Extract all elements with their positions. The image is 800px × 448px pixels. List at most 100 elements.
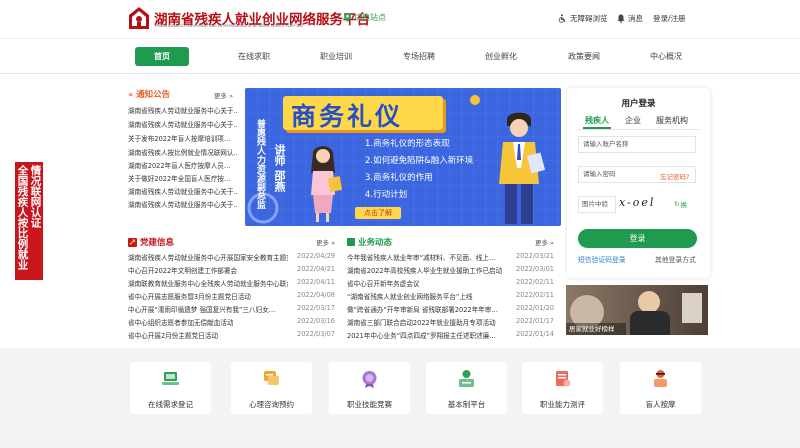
- promo-poster: [682, 293, 702, 323]
- business-heading: 业务动态: [347, 236, 392, 248]
- business-item-date: 2022/03/01: [516, 265, 555, 273]
- location-pin-icon: [344, 13, 351, 22]
- double-chevron-right-icon: »: [229, 92, 234, 100]
- party-item-date: 2022/04/21: [297, 265, 336, 273]
- business-more-label: 更多: [535, 239, 548, 247]
- party-item[interactable]: 省中心组织志愿者参加无偿献血活动: [128, 317, 288, 327]
- login-register-link[interactable]: 登录/注册: [653, 13, 686, 24]
- green-square-icon: [347, 238, 355, 246]
- login-button[interactable]: 登录: [578, 229, 697, 248]
- party-item-date: 2022/04/29: [297, 252, 336, 260]
- party-item[interactable]: 湖南省残疾人劳动就业服务中心开展国家安全教育主题宣…: [128, 252, 288, 262]
- forgot-password-link[interactable]: 忘记密码?: [660, 171, 689, 181]
- refresh-label: 换: [680, 201, 687, 209]
- double-chevron-right-icon: »: [550, 239, 555, 247]
- disabled-employment-banner[interactable]: 情况联网认证 全国残疾人按比例就业: [15, 162, 43, 280]
- switch-site-label: 切换站点: [354, 13, 386, 22]
- nav-incubation[interactable]: 创业孵化: [472, 47, 530, 66]
- business-item[interactable]: 2021年中心业务“四点四成”罗翔报主任述职述廉…: [347, 330, 507, 340]
- login-tab-enterprise[interactable]: 企业: [625, 115, 641, 126]
- service-label: 心理咨询预约: [249, 400, 294, 409]
- banner-cta-button[interactable]: 点击了解: [355, 207, 401, 219]
- notice-title: 通知公告: [136, 90, 171, 100]
- service-label: 基本制平台: [447, 400, 486, 409]
- service-card-ability-test[interactable]: 职业能力测评: [522, 362, 603, 414]
- chat-bubble-icon: [264, 371, 279, 385]
- service-label: 在线需求登记: [148, 400, 193, 409]
- switch-site-link[interactable]: 切换站点: [344, 12, 386, 23]
- service-card-skills-contest[interactable]: 职业技能竞赛: [329, 362, 410, 414]
- service-label: 职业技能竞赛: [347, 400, 392, 409]
- training-banner[interactable]: 商务礼仪 普惠残人力资源副总监 讲师 邵燕 1.商务礼仪的形态表现 2.如何避免…: [245, 88, 561, 226]
- business-item[interactable]: 做“跨省通办”开年审新局 省残联部署2022年年审…: [347, 304, 507, 314]
- accessibility-link[interactable]: 无障碍浏览: [558, 13, 608, 24]
- nav-policy-news[interactable]: 政策要闻: [555, 47, 613, 66]
- party-item[interactable]: 中心开展“濡雨印循遗梦 强国复兴有我”三八妇女…: [128, 304, 288, 314]
- login-panel: 用户登录 残疾人 企业 服务机构 请输入账户名称 请输入密码 忘记密码? 图片中…: [567, 88, 710, 278]
- nav-center-overview[interactable]: 中心概况: [637, 47, 695, 66]
- business-item-date: 2022/01/17: [516, 317, 555, 325]
- party-item-date: 2022/03/17: [297, 304, 336, 312]
- other-login-link[interactable]: 其他登录方式: [655, 254, 696, 264]
- notice-item[interactable]: 湖南省2022年盲人医疗按摩人员…: [128, 160, 238, 170]
- captcha-input[interactable]: 图片中验: [578, 196, 616, 213]
- login-tab-service-agency[interactable]: 服务机构: [656, 115, 688, 126]
- bell-icon: [617, 14, 625, 23]
- captcha-image[interactable]: x-oel: [619, 194, 669, 212]
- woman-illustration: [311, 146, 343, 222]
- party-item[interactable]: 省中心开展志愿服务暨3月份主题党日活动: [128, 291, 288, 301]
- wheelchair-icon: [558, 14, 566, 23]
- service-card-blind-massage[interactable]: 盲人按摩: [620, 362, 701, 414]
- business-more-link[interactable]: 更多 »: [535, 237, 554, 247]
- logo-icon: [129, 7, 149, 29]
- notice-item[interactable]: 关于发布2022年盲人按摩培训项…: [128, 133, 238, 143]
- promo-image[interactable]: 居家就业好榜样: [566, 285, 708, 335]
- business-item[interactable]: 省中心召开新年务虚会议: [347, 278, 507, 288]
- account-input[interactable]: 请输入账户名称: [578, 136, 696, 153]
- business-item-date: 2022/02/11: [516, 291, 555, 299]
- login-title: 用户登录: [621, 99, 656, 109]
- service-card-basic-platform[interactable]: 基本制平台: [426, 362, 507, 414]
- business-item[interactable]: 湖南省2022年高校残疾人毕业生就业援助工作已启动: [347, 265, 507, 275]
- banner-point-4: 4.行动计划: [365, 190, 408, 200]
- party-item[interactable]: 湖南联教育就业服务中心全残疾人劳动就业服务中心联合…: [128, 278, 288, 288]
- business-item[interactable]: 湖南省三部门联合启动2022年就业援助月专项活动: [347, 317, 507, 327]
- promo-person-body: [630, 311, 670, 335]
- red-banner-col-1: 情况联网认证: [29, 165, 42, 228]
- business-item-date: 2022/02/11: [516, 278, 555, 286]
- notice-item[interactable]: 湖南省残疾人劳动就业服务中心关于…: [128, 199, 238, 209]
- refresh-captcha-button[interactable]: ↻ 换: [674, 199, 687, 209]
- party-more-link[interactable]: 更多 »: [316, 237, 335, 247]
- business-item-date: 2022/03/21: [516, 252, 555, 260]
- party-emblem-icon: [128, 237, 137, 247]
- notice-item[interactable]: 湖南省残疾人劳动就业服务中心关于…: [128, 105, 238, 115]
- notice-heading: « 通知公告: [128, 88, 171, 101]
- medal-icon: [362, 371, 377, 388]
- business-item[interactable]: “湖南省残疾人就业创业网络服务平台”上线: [347, 291, 507, 301]
- notice-item[interactable]: 湖南省残疾人劳动就业服务中心关于…: [128, 119, 238, 129]
- double-chevron-right-icon: »: [331, 239, 336, 247]
- messages-link[interactable]: 消息: [617, 13, 643, 24]
- login-tab-divider: [577, 129, 700, 130]
- service-card-demand-registration[interactable]: 在线需求登记: [130, 362, 211, 414]
- business-item[interactable]: 今年我省残疾人就业年审“减材料、不见面、线上…: [347, 252, 507, 262]
- login-tab-disabled-person[interactable]: 残疾人: [585, 115, 609, 126]
- sms-login-link[interactable]: 短信验证码登录: [578, 254, 626, 264]
- notice-more-link[interactable]: 更多 »: [214, 90, 233, 100]
- nav-training[interactable]: 职业培训: [307, 47, 365, 66]
- party-item[interactable]: 省中心开展2月份主题党日活动: [128, 330, 288, 340]
- party-title: 党建信息: [140, 238, 175, 248]
- service-card-counseling[interactable]: 心理咨询预约: [231, 362, 312, 414]
- notice-item[interactable]: 湖南省残疾人按比例就业情况联网认…: [128, 147, 238, 157]
- nav-home[interactable]: 首页: [135, 47, 189, 66]
- party-item-date: 2022/04/08: [297, 291, 336, 299]
- party-item[interactable]: 中心召开2022年文明创建工作部署会: [128, 265, 288, 275]
- banner-speaker: 讲师 邵燕: [273, 144, 286, 192]
- messages-label: 消息: [628, 14, 643, 23]
- notice-item[interactable]: 关于做好2022年全国盲人医疗按…: [128, 173, 238, 183]
- nav-job-fairs[interactable]: 专场招聘: [390, 47, 448, 66]
- site-subtitle: HUNAN DISABLED EMPLOYMENT AND ENTREPRENE…: [155, 24, 304, 28]
- notice-item[interactable]: 湖南省残疾人劳动就业服务中心关于…: [128, 186, 238, 196]
- nav-online-jobs[interactable]: 在线求职: [225, 47, 283, 66]
- clipboard-icon: [556, 371, 571, 387]
